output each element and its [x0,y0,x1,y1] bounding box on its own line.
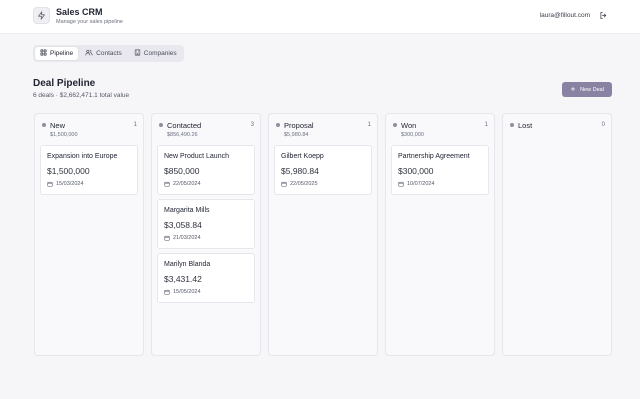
tab-label: Companies [143,50,177,57]
lightning-icon [33,7,50,24]
calendar-icon [398,181,404,187]
deal-card[interactable]: Margarita Mills $3,058.84 21/03/2024 [157,199,255,249]
tab-companies[interactable]: Companies [129,47,182,60]
deal-date: 15/05/2024 [173,289,201,295]
stage-total: $5,980.84 [284,132,309,138]
deal-value: $3,431.42 [164,274,202,284]
stage-column-won: Won 1 $300,000 Partnership Agreement $30… [385,113,495,356]
calendar-icon [281,181,287,187]
stage-count: 1 [367,122,371,128]
deal-date: 10/07/2024 [407,181,435,187]
stage-column-contacted: Contacted 3 $856,490.26 New Product Laun… [151,113,261,356]
calendar-icon [164,235,170,241]
deal-date: 22/05/2025 [290,181,318,187]
stage-total: $856,490.26 [167,132,198,138]
app-subtitle: Manage your sales pipeline [56,19,123,25]
deal-card[interactable]: Partnership Agreement $300,000 10/07/202… [391,145,489,195]
stage-dot [42,123,46,127]
deal-card[interactable]: Gilbert Koepp $5,980.84 22/05/2025 [274,145,372,195]
stage-dot [159,123,163,127]
plus-icon [570,86,576,94]
deal-value: $5,980.84 [281,166,319,176]
users-icon [85,49,93,58]
new-deal-button[interactable]: New Deal [562,82,612,97]
calendar-icon [47,181,53,187]
deal-date: 21/03/2024 [173,235,201,241]
app-header: Sales CRM Manage your sales pipeline lau… [0,0,640,34]
view-tabs: Pipeline Contacts Companies [33,45,184,62]
stage-count: 3 [250,122,254,128]
stage-column-new: New 1 $1,500,000 Expansion into Europe $… [34,113,144,356]
page-title: Deal Pipeline [33,78,96,89]
stage-count: 1 [484,122,488,128]
stage-name: Lost [518,121,533,130]
grid-icon [40,49,47,58]
tab-pipeline[interactable]: Pipeline [35,47,79,60]
stage-name: Proposal [284,121,314,130]
stage-total: $300,000 [401,132,424,138]
stage-name: Contacted [167,121,202,130]
deal-name: Expansion into Europe [47,153,118,160]
deal-value: $850,000 [164,166,200,176]
stage-count: 0 [601,122,605,128]
stage-total: $1,500,000 [50,132,78,138]
deal-date: 22/05/2024 [173,181,201,187]
tab-contacts[interactable]: Contacts [80,47,127,60]
building-icon [134,49,141,58]
stage-dot [510,123,514,127]
deal-name: New Product Launch [164,153,229,160]
app-title: Sales CRM [56,7,103,17]
deal-value: $300,000 [398,166,434,176]
user-email: laura@fillout.com [539,12,590,19]
tab-label: Pipeline [50,50,74,57]
stage-name: New [50,121,66,130]
deal-name: Gilbert Koepp [281,153,324,160]
deal-value: $3,058.84 [164,220,202,230]
deal-name: Partnership Agreement [398,153,470,160]
deal-card[interactable]: Expansion into Europe $1,500,000 15/03/2… [40,145,138,195]
calendar-icon [164,289,170,295]
stage-name: Won [401,121,417,130]
logout-icon[interactable] [598,10,609,21]
new-deal-label: New Deal [580,86,604,93]
deal-card[interactable]: New Product Launch $850,000 22/05/2024 [157,145,255,195]
deal-date: 15/03/2024 [56,181,84,187]
tab-label: Contacts [96,50,122,57]
calendar-icon [164,181,170,187]
stage-dot [393,123,397,127]
deal-name: Marilyn Blanda [164,261,211,268]
stage-dot [276,123,280,127]
pipeline-summary: 6 deals · $2,662,471.1 total value [33,92,130,99]
stage-column-proposal: Proposal 1 $5,980.84 Gilbert Koepp $5,98… [268,113,378,356]
stage-count: 1 [133,122,137,128]
deal-value: $1,500,000 [47,166,90,176]
deal-name: Margarita Mills [164,207,210,214]
deal-card[interactable]: Marilyn Blanda $3,431.42 15/05/2024 [157,253,255,303]
stage-column-lost: Lost 0 [502,113,612,356]
